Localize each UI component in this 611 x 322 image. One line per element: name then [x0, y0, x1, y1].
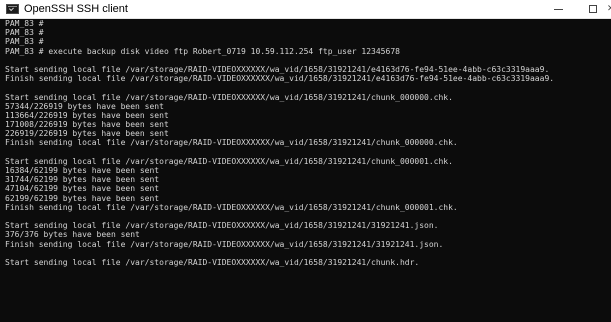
- terminal-line: 57344/226919 bytes have been sent: [5, 101, 164, 111]
- terminal-line: Start sending local file /var/storage/RA…: [5, 221, 439, 231]
- terminal-line: PAM_83 #: [5, 19, 44, 28]
- terminal-line: 62199/62199 bytes have been sent: [5, 193, 160, 203]
- ssh-client-window: OpenSSH SSH client ✕ PAM_83 # PAM_83 # PAM…: [0, 0, 611, 322]
- minimize-button[interactable]: [544, 0, 574, 18]
- close-icon: ✕: [607, 4, 611, 14]
- terminal-line: Finish sending local file /var/storage/R…: [5, 74, 555, 84]
- terminal-line: PAM_83 #: [5, 37, 44, 47]
- terminal-line: Start sending local file /var/storage/RA…: [5, 257, 420, 267]
- terminal-line: Finish sending local file /var/storage/R…: [5, 202, 458, 212]
- terminal-line: 171008/226919 bytes have been sent: [5, 120, 169, 130]
- terminal-line: PAM_83 # execute backup disk video ftp R…: [5, 46, 400, 56]
- close-button[interactable]: ✕: [606, 0, 611, 18]
- terminal-line: Finish sending local file /var/storage/R…: [5, 138, 458, 148]
- maximize-icon: [589, 5, 597, 13]
- terminal-line: 376/376 bytes have been sent: [5, 230, 140, 240]
- terminal-line: 113664/226919 bytes have been sent: [5, 110, 169, 120]
- minimize-icon: [554, 9, 563, 10]
- terminal-line: 226919/226919 bytes have been sent: [5, 129, 169, 139]
- title-bar[interactable]: OpenSSH SSH client ✕: [0, 0, 611, 19]
- terminal-line: Start sending local file /var/storage/RA…: [5, 64, 550, 74]
- terminal-icon: [6, 4, 19, 14]
- terminal-line: 16384/62199 bytes have been sent: [5, 166, 160, 175]
- terminal-line: 31744/62199 bytes have been sent: [5, 175, 160, 185]
- terminal-output[interactable]: PAM_83 # PAM_83 # PAM_83 # PAM_83 # execute…: [0, 19, 611, 322]
- terminal-line: Finish sending local file /var/storage/R…: [5, 239, 444, 249]
- window-title: OpenSSH SSH client: [24, 3, 128, 15]
- terminal-line: 47104/62199 bytes have been sent: [5, 184, 160, 194]
- terminal-line: Start sending local file /var/storage/RA…: [5, 92, 453, 102]
- terminal-line: Start sending local file /var/storage/RA…: [5, 156, 453, 166]
- terminal-line: PAM_83 #: [5, 28, 44, 38]
